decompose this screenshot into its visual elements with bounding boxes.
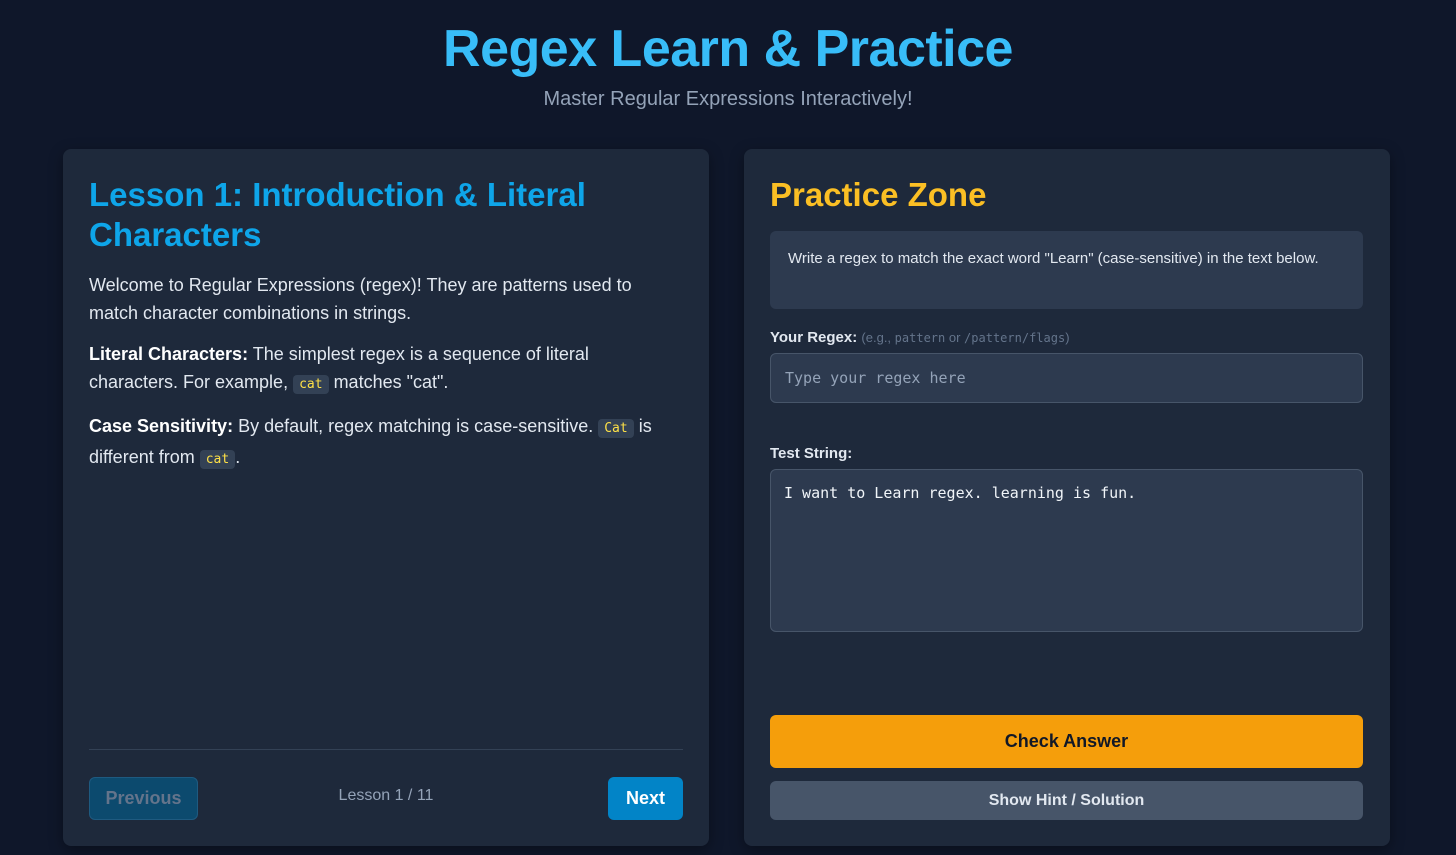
- practice-title: Practice Zone: [770, 176, 987, 213]
- lesson-intro: Welcome to Regular Expressions (regex)! …: [89, 275, 632, 323]
- hint-code: /pattern/flags: [964, 331, 1066, 345]
- code-snippet: cat: [293, 375, 329, 394]
- case-heading: Case Sensitivity:: [89, 416, 234, 436]
- test-string-label: Test String:: [770, 445, 853, 462]
- practice-panel: Practice Zone Write a regex to match the…: [744, 149, 1390, 846]
- regex-label: Your Regex: (e.g., pattern or /pattern/f…: [770, 329, 1070, 346]
- hint-text: (e.g.,: [861, 330, 895, 345]
- literal-heading: Literal Characters:: [89, 344, 249, 364]
- check-answer-button[interactable]: Check Answer: [770, 715, 1363, 768]
- app-subtitle: Master Regular Expressions Interactively…: [543, 88, 913, 110]
- code-snippet: cat: [199, 450, 236, 469]
- lesson-title: Lesson 1: Introduction & Literal Charact…: [89, 176, 586, 253]
- lesson-divider: [89, 749, 683, 750]
- hint-text: or: [945, 330, 965, 345]
- hint-code: pattern: [894, 331, 946, 345]
- case-text: By default, regex matching is case-sensi…: [233, 416, 599, 436]
- show-hint-button[interactable]: Show Hint / Solution: [770, 781, 1363, 820]
- lesson-case-paragraph: Case Sensitivity: By default, regex matc…: [89, 412, 679, 474]
- case-text: .: [235, 447, 241, 467]
- code-snippet: Cat: [598, 419, 634, 438]
- lesson-literal-paragraph: Literal Characters: The simplest regex i…: [89, 340, 679, 399]
- regex-format-hint: (e.g., pattern or /pattern/flags): [861, 330, 1069, 345]
- task-description: Write a regex to match the exact word "L…: [770, 231, 1363, 309]
- test-string-textarea[interactable]: I want to Learn regex. learning is fun.: [770, 469, 1363, 632]
- lesson-panel: Lesson 1: Introduction & Literal Charact…: [63, 149, 709, 846]
- lesson-content: Welcome to Regular Expressions (regex)! …: [89, 271, 679, 487]
- app-header: Regex Learn & Practice Master Regular Ex…: [0, 0, 1456, 112]
- app-title: Regex Learn & Practice: [443, 20, 1013, 78]
- regex-label-text: Your Regex:: [770, 329, 858, 346]
- next-button[interactable]: Next: [608, 777, 683, 820]
- regex-input[interactable]: [770, 353, 1363, 403]
- hint-text: ): [1065, 330, 1070, 345]
- literal-text: matches "cat".: [328, 372, 449, 392]
